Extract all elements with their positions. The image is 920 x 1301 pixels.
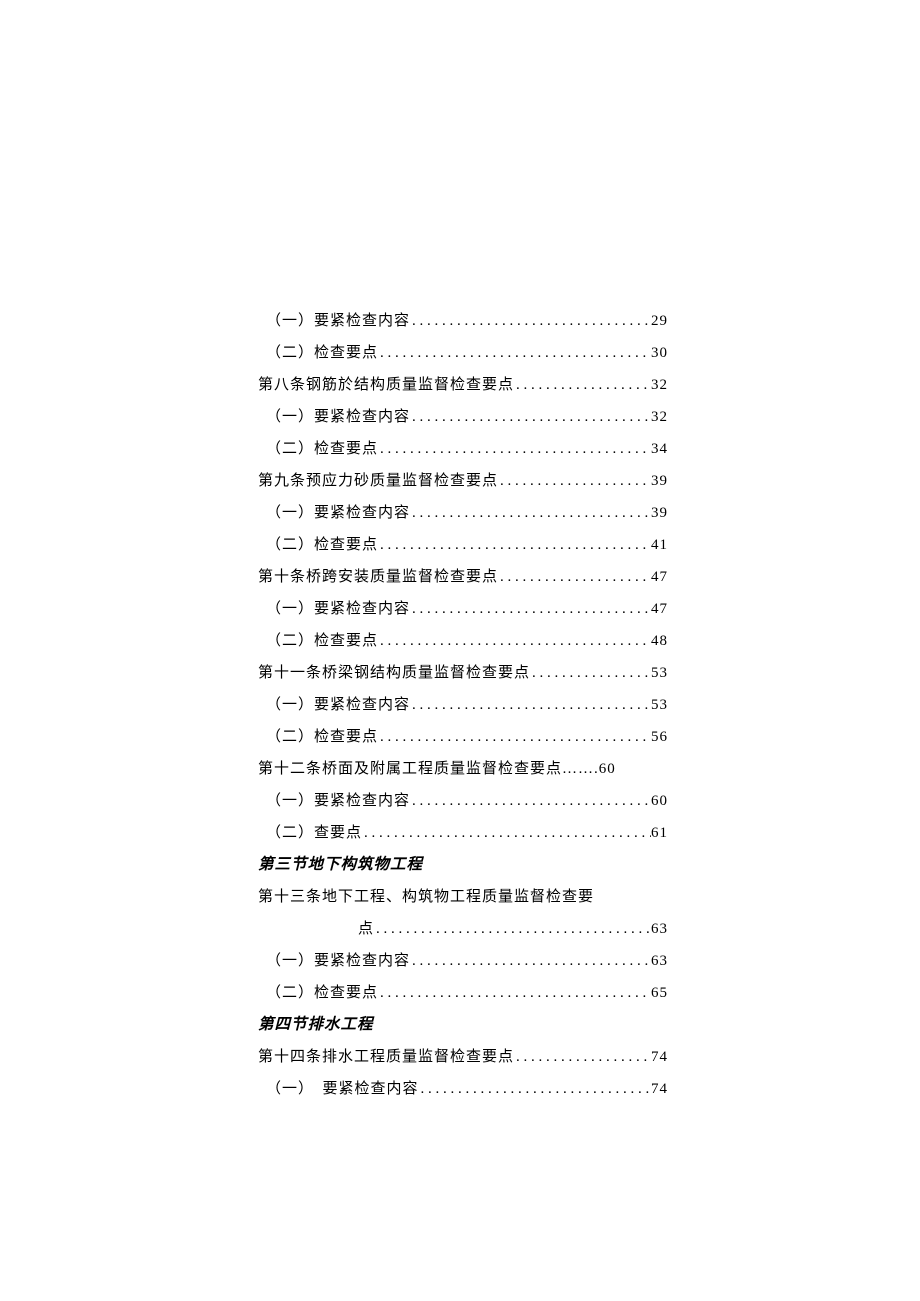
toc-leader [410, 305, 651, 337]
toc-page: 56 [651, 721, 668, 753]
toc-page: 29 [651, 305, 668, 337]
toc-leader [374, 913, 651, 945]
toc-page: 34 [651, 433, 668, 465]
toc-label: 第十条桥跨安装质量监督检查要点 [258, 561, 498, 593]
toc-leader [410, 593, 651, 625]
toc-entry: （二）检查要点 48 [258, 625, 668, 657]
toc-label: （一）要紧检查内容 [266, 689, 410, 721]
toc-label: （一）要紧检查内容 [266, 785, 410, 817]
toc-entry: （一）要紧检查内容 29 [258, 305, 668, 337]
toc-label: （一）要紧检查内容 [266, 945, 410, 977]
toc-leader [378, 977, 651, 1009]
toc-label: （一）要紧检查内容 [266, 305, 410, 337]
toc-page: 63 [651, 945, 668, 977]
toc-page: 48 [651, 625, 668, 657]
toc-entry: 第九条预应力砂质量监督检查要点 39 [258, 465, 668, 497]
toc-entry: （一）要紧检查内容 53 [258, 689, 668, 721]
toc-leader [378, 721, 651, 753]
toc-page: 60 [599, 753, 616, 785]
toc-leader [410, 945, 651, 977]
toc-entry: （一）要紧检查内容 47 [258, 593, 668, 625]
toc-page: 39 [651, 497, 668, 529]
toc-entry-wrap-line2: 点 63 [258, 913, 668, 945]
toc-page: 53 [651, 689, 668, 721]
toc-leader [410, 401, 651, 433]
toc-leader [378, 337, 651, 369]
toc-leader [498, 465, 651, 497]
toc-page: 41 [651, 529, 668, 561]
toc-leader [362, 817, 651, 849]
toc-page: 32 [651, 369, 668, 401]
toc-leader [378, 625, 651, 657]
toc-label: （二）查要点 [266, 817, 362, 849]
toc-entry: 第十四条排水工程质量监督检查要点 74 [258, 1041, 668, 1073]
toc-page: 32 [651, 401, 668, 433]
toc-entry: 第十一条桥梁钢结构质量监督检查要点 53 [258, 657, 668, 689]
toc-label: 第十一条桥梁钢结构质量监督检查要点 [258, 657, 530, 689]
toc-entry: （二）检查要点 30 [258, 337, 668, 369]
toc-entry: （二）检查要点 41 [258, 529, 668, 561]
toc-entry: （一）要紧检查内容 60 [258, 785, 668, 817]
toc-entry: 第十二条桥面及附属工程质量监督检查要点 ……. 60 [258, 753, 668, 785]
toc-entry: （一）要紧检查内容 63 [258, 945, 668, 977]
toc-label-cont: 点 [358, 913, 374, 945]
toc-label: （二）检查要点 [266, 625, 378, 657]
toc-page: 61 [651, 817, 668, 849]
toc-page: 30 [651, 337, 668, 369]
toc-label: （一） 要紧检查内容 [266, 1073, 419, 1105]
toc-entry: （一） 要紧检查内容 74 [258, 1073, 668, 1105]
toc-page: 74 [651, 1073, 668, 1105]
toc-entry: （一）要紧检查内容 39 [258, 497, 668, 529]
toc-leader [410, 497, 651, 529]
toc-label: （二）检查要点 [266, 977, 378, 1009]
toc-label: （二）检查要点 [266, 433, 378, 465]
section-header-4: 第四节排水工程 [258, 1009, 668, 1041]
toc-label: （二）检查要点 [266, 529, 378, 561]
toc-label: 第九条预应力砂质量监督检查要点 [258, 465, 498, 497]
toc-page: 47 [651, 561, 668, 593]
toc-entry: （一）要紧检查内容 32 [258, 401, 668, 433]
toc-leader [410, 689, 651, 721]
toc-label: （一）要紧检查内容 [266, 593, 410, 625]
toc-entry-wrap-line1: 第十三条地下工程、构筑物工程质量监督检查要 [258, 881, 668, 913]
toc-label: （一）要紧检查内容 [266, 497, 410, 529]
toc-leader [410, 785, 651, 817]
toc-entry: （二）检查要点 65 [258, 977, 668, 1009]
toc-page: 74 [651, 1041, 668, 1073]
toc-leader [530, 657, 651, 689]
toc-label: （二）检查要点 [266, 337, 378, 369]
toc-page: 60 [651, 785, 668, 817]
toc-entry: （二）查要点 61 [258, 817, 668, 849]
toc-label: 第十四条排水工程质量监督检查要点 [258, 1041, 514, 1073]
toc-page: 47 [651, 593, 668, 625]
toc-container: （一）要紧检查内容 29 （二）检查要点 30 第八条钢筋於结构质量监督检查要点… [258, 305, 668, 1105]
toc-leader [378, 433, 651, 465]
toc-leader [419, 1073, 651, 1105]
toc-entry: （二）检查要点 56 [258, 721, 668, 753]
toc-entry: 第十条桥跨安装质量监督检查要点 47 [258, 561, 668, 593]
toc-page: 63 [651, 913, 668, 945]
toc-label: （一）要紧检查内容 [266, 401, 410, 433]
toc-leader-cn: ……. [562, 753, 599, 785]
toc-entry: （二）检查要点 34 [258, 433, 668, 465]
toc-leader [514, 369, 651, 401]
toc-leader [514, 1041, 651, 1073]
toc-leader [498, 561, 651, 593]
toc-label: 第十二条桥面及附属工程质量监督检查要点 [258, 753, 562, 785]
toc-page: 65 [651, 977, 668, 1009]
toc-label: （二）检查要点 [266, 721, 378, 753]
toc-entry: 第八条钢筋於结构质量监督检查要点 32 [258, 369, 668, 401]
toc-leader [378, 529, 651, 561]
toc-label: 第八条钢筋於结构质量监督检查要点 [258, 369, 514, 401]
toc-page: 53 [651, 657, 668, 689]
section-header-3: 第三节地下构筑物工程 [258, 849, 668, 881]
toc-page: 39 [651, 465, 668, 497]
